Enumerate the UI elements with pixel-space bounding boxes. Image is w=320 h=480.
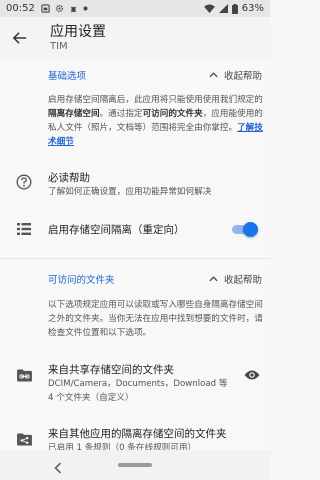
bug-icon bbox=[70, 6, 77, 13]
battery-icon bbox=[231, 3, 238, 14]
settings-gear-icon bbox=[55, 4, 63, 13]
storage-isolation-item[interactable]: 启用存储空间隔离（重定向） bbox=[0, 211, 270, 247]
app-bar: 应用设置 TIM bbox=[0, 17, 270, 59]
section-header-folders[interactable]: 可访问的文件夹 收起帮助 bbox=[0, 265, 270, 293]
collapse-help-button[interactable]: 收起帮助 bbox=[209, 68, 262, 82]
basic-section-description: 启用存储空间隔离后，此应用将只能使用使用我们规定的隔离存储空间。通过指定可访问的… bbox=[48, 95, 263, 147]
navigation-bar bbox=[0, 450, 270, 480]
collapse-help-label: 收起帮助 bbox=[223, 275, 262, 286]
help-item-title: 必读帮助 bbox=[48, 172, 90, 184]
collapse-help-label: 收起帮助 bbox=[223, 71, 262, 82]
other-apps-folders-item[interactable]: 来自其他应用的隔离存储空间的文件夹 已启用 1 条规则（0 条在线规则可用） bbox=[0, 421, 270, 450]
other-apps-title: 来自其他应用的隔离存储空间的文件夹 bbox=[48, 428, 227, 440]
status-bar: 00:52 63% bbox=[0, 0, 270, 17]
shared-folders-title: 来自共享存储空间的文件夹 bbox=[48, 364, 174, 376]
eye-icon[interactable] bbox=[244, 366, 260, 385]
sim-icon bbox=[41, 4, 50, 13]
folder-share-icon bbox=[15, 430, 33, 448]
chevron-up-icon bbox=[209, 72, 218, 78]
home-pill[interactable] bbox=[118, 463, 152, 467]
storage-list-icon bbox=[15, 220, 33, 238]
shared-folders-subtitle: DCIM/Camera，Documents，Download 等 4 个文件夹（… bbox=[48, 379, 228, 403]
page-subtitle: TIM bbox=[50, 40, 68, 52]
collapse-help-button[interactable]: 收起帮助 bbox=[209, 272, 262, 286]
cellular-signal-icon bbox=[218, 4, 228, 13]
arrow-back-icon bbox=[13, 32, 27, 44]
toggle-thumb bbox=[243, 222, 258, 237]
back-button[interactable] bbox=[2, 17, 38, 59]
folders-section-description: 以下选项规定应用可以读取或写入哪些自身隔离存储空间之外的文件夹。当你无法在应用中… bbox=[48, 300, 263, 338]
chevron-left-icon bbox=[54, 462, 62, 474]
section-title: 可访问的文件夹 bbox=[48, 275, 115, 286]
help-circle-icon bbox=[15, 173, 33, 191]
settings-content[interactable]: 基础选项 收起帮助 启用存储空间隔离后，此应用将只能使用使用我们规定的隔离存储空… bbox=[0, 59, 270, 450]
other-apps-subtitle: 已启用 1 条规则（0 条在线规则可用） bbox=[48, 443, 197, 450]
nav-back-button[interactable] bbox=[54, 459, 62, 478]
dot-icon bbox=[83, 6, 88, 11]
section-divider bbox=[0, 258, 270, 259]
isolation-toggle[interactable] bbox=[232, 221, 258, 237]
status-time: 00:52 bbox=[6, 3, 35, 14]
battery-percent: 63% bbox=[241, 3, 264, 14]
shared-storage-folders-item[interactable]: 来自共享存储空间的文件夹 DCIM/Camera，Documents，Downl… bbox=[0, 356, 270, 406]
folder-link-icon bbox=[15, 366, 33, 384]
required-help-item[interactable]: 必读帮助 了解如何正确设置，应用功能异常如何解决 bbox=[0, 161, 270, 203]
isolation-item-title: 启用存储空间隔离（重定向） bbox=[48, 224, 185, 236]
section-title: 基础选项 bbox=[48, 71, 87, 82]
wifi-icon bbox=[203, 4, 215, 13]
page-title: 应用设置 bbox=[50, 23, 106, 40]
section-header-basic[interactable]: 基础选项 收起帮助 bbox=[0, 61, 270, 89]
chevron-up-icon bbox=[209, 276, 218, 282]
help-item-subtitle: 了解如何正确设置，应用功能异常如何解决 bbox=[48, 187, 212, 197]
